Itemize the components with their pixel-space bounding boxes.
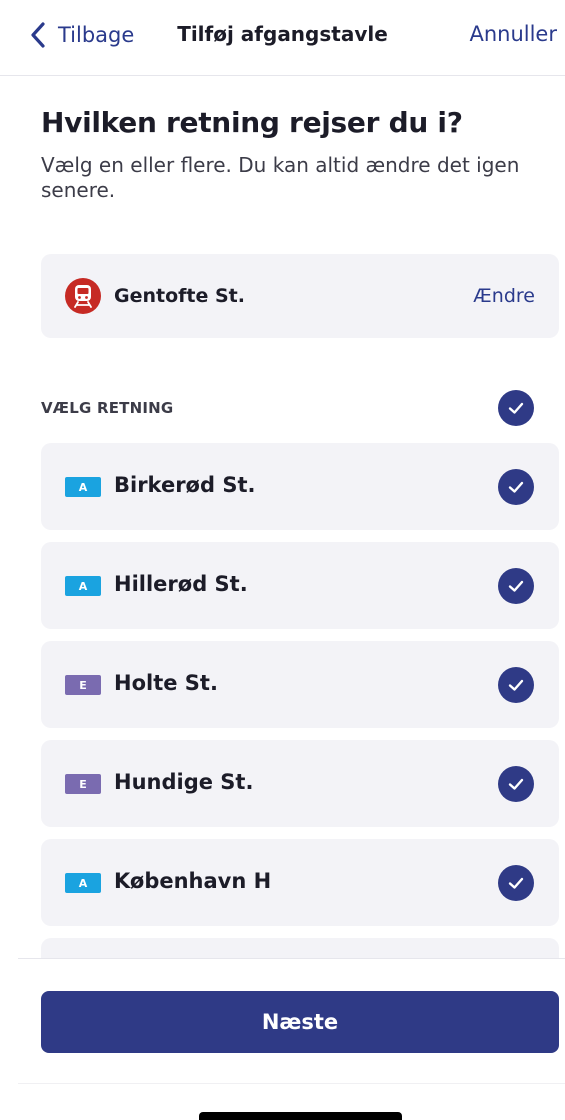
line-badge: E <box>65 675 101 695</box>
direction-checkbox[interactable] <box>498 568 534 604</box>
direction-list: A Birkerød St. A Hillerød St. E Holte St. E Hun… <box>41 443 559 958</box>
line-badge: A <box>65 477 101 497</box>
direction-row[interactable]: A København H <box>41 839 559 926</box>
navigation-bar: Tilbage Tilføj afgangstavle Annuller <box>0 0 565 76</box>
line-badge: E <box>65 774 101 794</box>
direction-checkbox[interactable] <box>498 667 534 703</box>
select-all-checkbox[interactable] <box>498 390 534 426</box>
checkmark-icon <box>508 877 524 889</box>
checkmark-icon <box>508 679 524 691</box>
direction-row[interactable]: A Hillerød St. <box>41 542 559 629</box>
direction-row[interactable]: A Birkerød St. <box>41 443 559 530</box>
home-indicator <box>199 1112 402 1120</box>
direction-checkbox[interactable] <box>498 469 534 505</box>
screen: Tilbage Tilføj afgangstavle Annuller Hvi… <box>0 0 565 1120</box>
selected-station-card: Gentofte St. Ændre <box>41 254 559 338</box>
direction-row[interactable] <box>41 938 559 958</box>
question-heading: Hvilken retning rejser du i? <box>41 106 463 139</box>
divider <box>18 1083 565 1084</box>
direction-name: København H <box>114 869 272 893</box>
direction-row[interactable]: E Hundige St. <box>41 740 559 827</box>
direction-checkbox[interactable] <box>498 865 534 901</box>
direction-name: Holte St. <box>114 671 218 695</box>
direction-name: Birkerød St. <box>114 473 256 497</box>
section-header: VÆLG RETNING <box>41 399 174 417</box>
divider <box>18 958 565 959</box>
back-button[interactable]: Tilbage <box>28 18 134 52</box>
direction-name: Hillerød St. <box>114 572 248 596</box>
train-icon <box>65 278 101 314</box>
checkmark-icon <box>508 580 524 592</box>
back-button-label: Tilbage <box>58 23 135 47</box>
station-name: Gentofte St. <box>114 285 245 307</box>
instruction-text: Vælg en eller flere. Du kan altid ændre … <box>41 153 520 202</box>
chevron-left-icon <box>31 22 45 48</box>
direction-row[interactable]: E Holte St. <box>41 641 559 728</box>
cancel-button[interactable]: Annuller <box>469 22 557 46</box>
checkmark-icon <box>508 402 524 414</box>
direction-checkbox[interactable] <box>498 766 534 802</box>
checkmark-icon <box>508 778 524 790</box>
line-badge: A <box>65 576 101 596</box>
change-station-button[interactable]: Ændre <box>473 285 535 307</box>
line-badge: A <box>65 873 101 893</box>
next-button[interactable]: Næste <box>41 991 559 1053</box>
checkmark-icon <box>508 481 524 493</box>
direction-name: Hundige St. <box>114 770 254 794</box>
